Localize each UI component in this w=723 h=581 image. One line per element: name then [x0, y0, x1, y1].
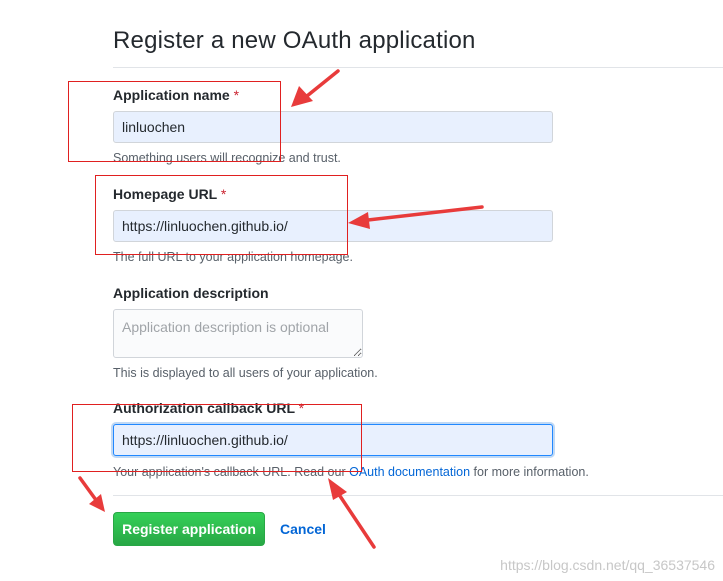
annotation-arrows: [78, 69, 484, 549]
arrow-to-register-button: [78, 476, 105, 512]
watermark: https://blog.csdn.net/qq_36537546: [500, 557, 715, 573]
arrow-to-callback-url: [328, 478, 376, 549]
arrow-to-homepage-url: [348, 205, 484, 229]
arrow-to-app-name: [291, 69, 340, 107]
